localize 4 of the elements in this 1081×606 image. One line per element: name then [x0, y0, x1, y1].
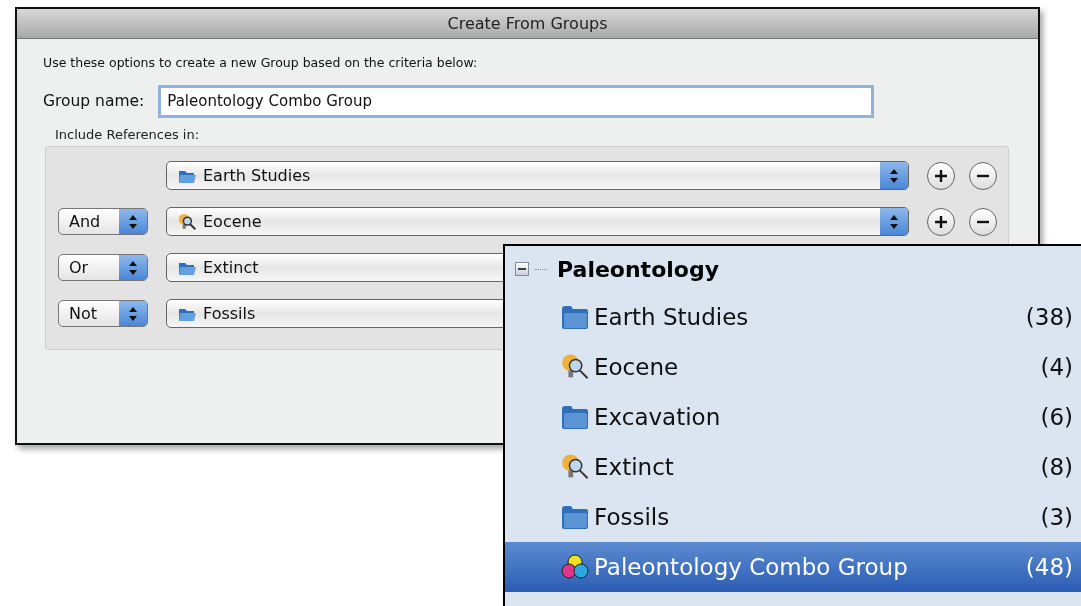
group-name-label: Group name: — [43, 90, 145, 112]
include-references-label: Include References in: — [55, 125, 201, 144]
instructions-text: Use these options to create a new Group based on the criteria below: — [43, 54, 479, 72]
window-title: Create From Groups — [447, 12, 608, 35]
